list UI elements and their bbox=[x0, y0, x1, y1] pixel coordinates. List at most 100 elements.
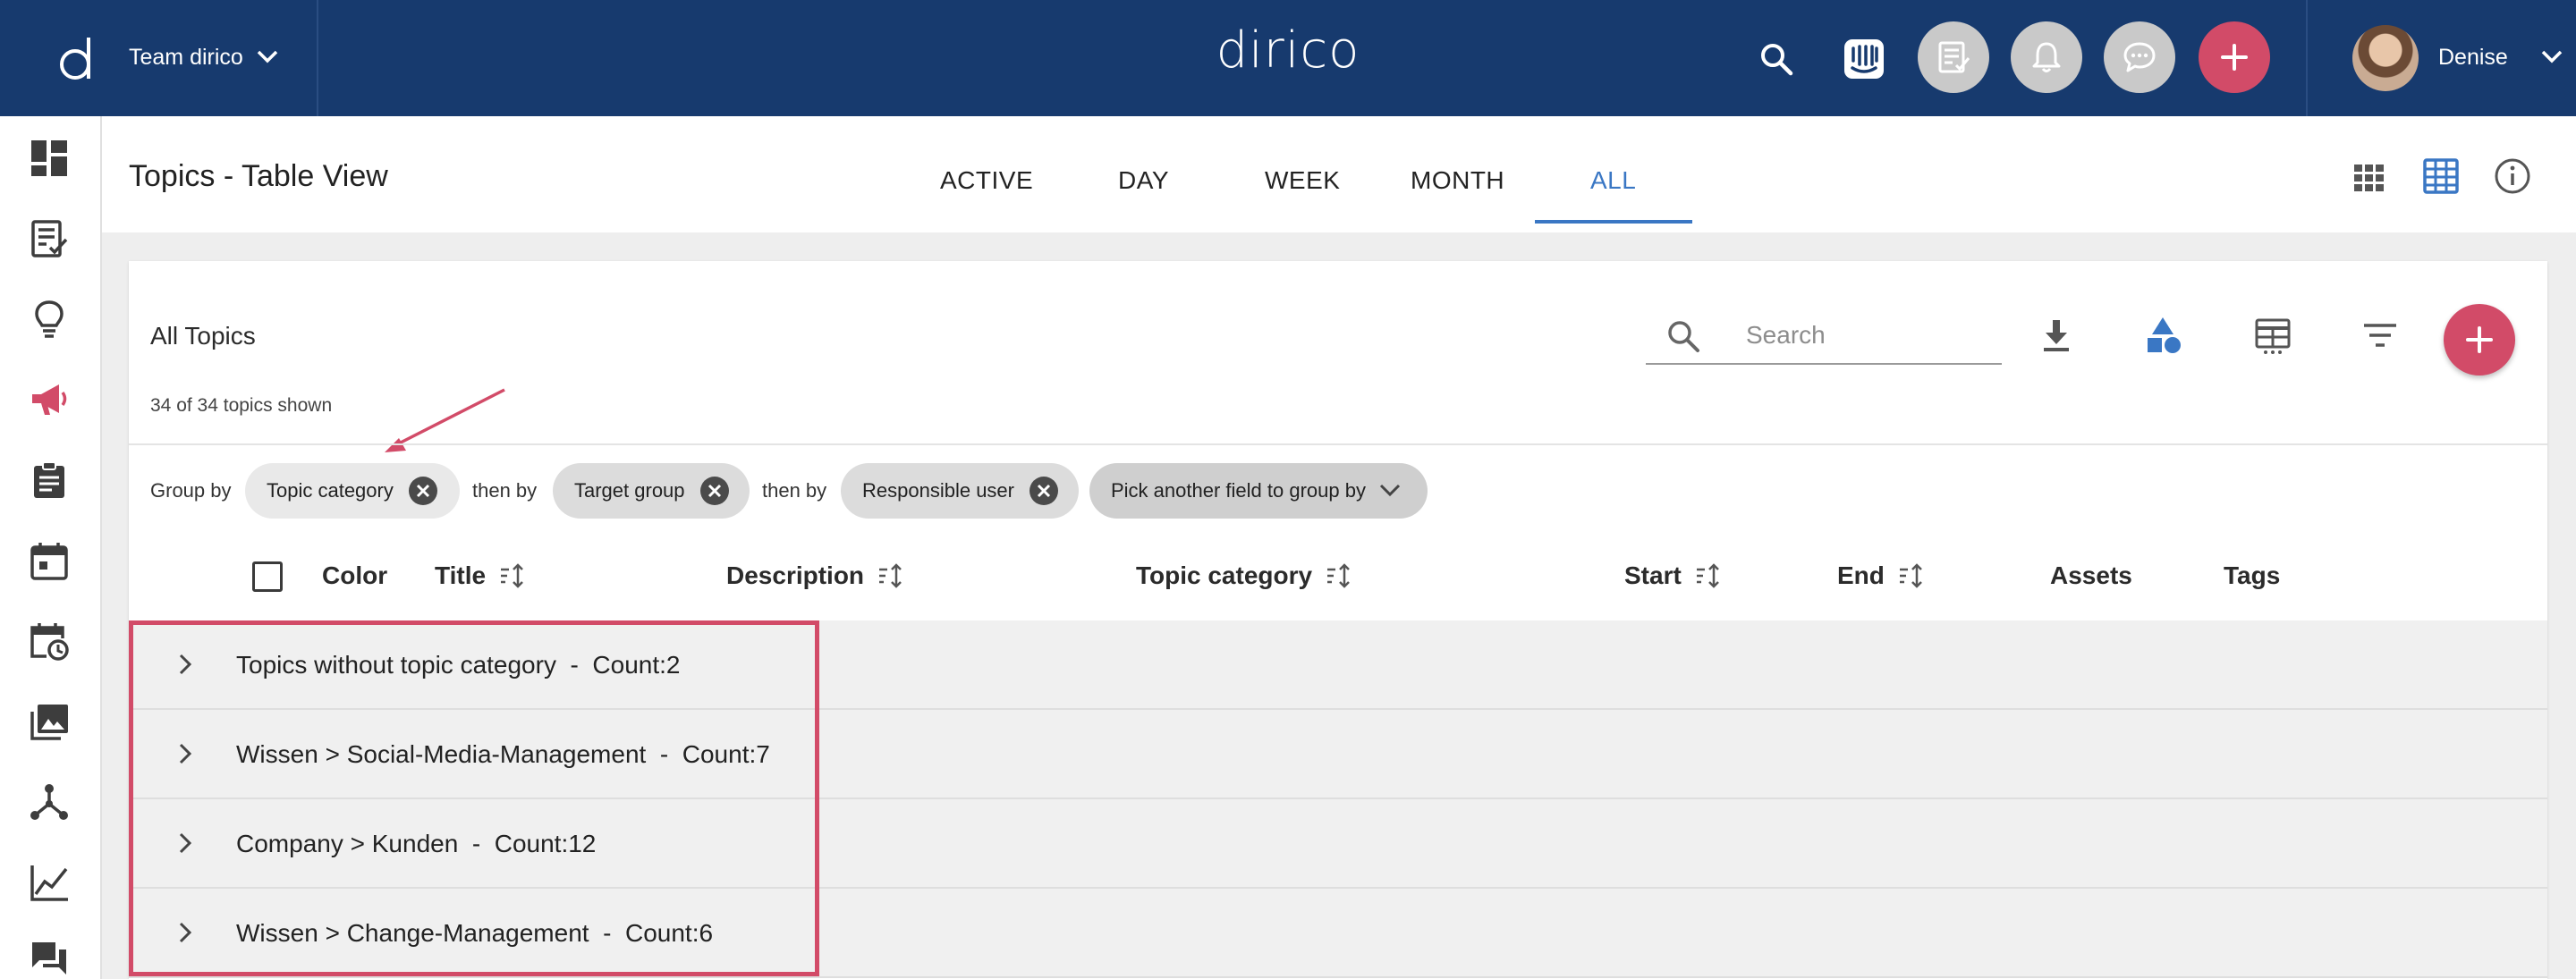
megaphone-icon[interactable] bbox=[29, 379, 70, 420]
column-label: Description bbox=[726, 561, 865, 589]
tasks-button[interactable] bbox=[1918, 21, 1989, 93]
chevron-down-icon bbox=[1379, 484, 1401, 497]
chat-icon bbox=[2123, 42, 2156, 72]
sort-icon[interactable] bbox=[1694, 561, 1723, 590]
chevron-right-icon[interactable] bbox=[172, 830, 199, 857]
tab-all[interactable]: ALL bbox=[1590, 166, 1636, 195]
team-name: Team dirico bbox=[129, 45, 243, 70]
search-icon[interactable] bbox=[1758, 41, 1794, 77]
search-input[interactable] bbox=[1744, 316, 1989, 354]
column-label: Color bbox=[322, 561, 388, 589]
active-tab-indicator bbox=[1535, 220, 1692, 224]
chevron-right-icon[interactable] bbox=[172, 919, 199, 946]
remove-icon[interactable] bbox=[408, 476, 438, 506]
info-icon[interactable] bbox=[2494, 157, 2531, 195]
create-button[interactable] bbox=[2199, 21, 2270, 93]
chip-label: Target group bbox=[574, 479, 685, 502]
column-tags[interactable]: Tags bbox=[2224, 561, 2280, 590]
table-header: Color Title Description Topic category S… bbox=[129, 533, 2547, 622]
column-assets[interactable]: Assets bbox=[2050, 561, 2132, 590]
page-title: Topics - Table View bbox=[129, 159, 388, 193]
calendar-clock-icon[interactable] bbox=[29, 620, 70, 662]
dashboard-icon[interactable] bbox=[29, 138, 70, 179]
shapes-icon[interactable] bbox=[2143, 315, 2184, 356]
chevron-right-icon[interactable] bbox=[172, 740, 199, 767]
grid-view-icon[interactable] bbox=[2351, 157, 2388, 195]
forum-icon[interactable] bbox=[29, 937, 70, 978]
network-icon[interactable] bbox=[29, 781, 70, 823]
search-icon bbox=[1668, 321, 1699, 352]
tab-month[interactable]: MONTH bbox=[1411, 166, 1504, 195]
group-row[interactable]: Topics without topic category - Count:2 bbox=[129, 620, 2547, 710]
checklist-icon[interactable] bbox=[29, 218, 70, 259]
chart-line-icon[interactable] bbox=[29, 862, 70, 903]
bell-icon bbox=[2032, 42, 2061, 72]
search-field bbox=[1646, 308, 2002, 365]
sort-icon[interactable] bbox=[1325, 561, 1353, 590]
team-switcher[interactable]: Team dirico bbox=[0, 0, 318, 116]
group-chip-responsible-user[interactable]: Responsible user bbox=[841, 463, 1079, 519]
group-list: Topics without topic category - Count:2 … bbox=[129, 620, 2547, 978]
sort-icon[interactable] bbox=[498, 561, 527, 590]
calendar-icon[interactable] bbox=[29, 540, 70, 581]
tab-week[interactable]: WEEK bbox=[1265, 166, 1340, 195]
chip-label: Topic category bbox=[267, 479, 394, 502]
tab-active[interactable]: ACTIVE bbox=[940, 166, 1033, 195]
user-menu[interactable]: Denise bbox=[2306, 0, 2576, 116]
column-title[interactable]: Title bbox=[435, 561, 527, 590]
topics-card: All Topics 34 of 34 topics shown Search … bbox=[129, 261, 2547, 979]
messages-button[interactable] bbox=[2104, 21, 2175, 93]
group-label: Company > Kunden - Count:12 bbox=[236, 830, 597, 857]
group-by-label: Group by bbox=[150, 479, 232, 502]
table-view-icon[interactable] bbox=[2422, 157, 2460, 195]
group-label: Wissen > Change-Management - Count:6 bbox=[236, 919, 714, 947]
then-by-label: then by bbox=[762, 479, 827, 502]
column-start[interactable]: Start bbox=[1624, 561, 1723, 590]
topics-shown-count: 34 of 34 topics shown bbox=[150, 395, 333, 416]
download-icon[interactable] bbox=[2036, 315, 2077, 356]
table-columns-icon[interactable] bbox=[2252, 315, 2293, 356]
chevron-right-icon[interactable] bbox=[172, 651, 199, 678]
images-icon[interactable] bbox=[29, 701, 70, 742]
chip-label: Responsible user bbox=[862, 479, 1014, 502]
clipboard-icon[interactable] bbox=[29, 460, 70, 501]
column-topic-category[interactable]: Topic category bbox=[1136, 561, 1353, 590]
group-chip-target-group[interactable]: Target group bbox=[553, 463, 750, 519]
intercom-icon[interactable] bbox=[1843, 38, 1885, 80]
column-label: End bbox=[1837, 561, 1885, 589]
notifications-button[interactable] bbox=[2011, 21, 2082, 93]
add-topic-button[interactable] bbox=[2444, 304, 2515, 376]
group-label: Topics without topic category - Count:2 bbox=[236, 651, 681, 679]
sort-icon[interactable] bbox=[877, 561, 905, 590]
column-label: Topic category bbox=[1136, 561, 1313, 589]
tab-day[interactable]: DAY bbox=[1118, 166, 1169, 195]
remove-icon[interactable] bbox=[1029, 476, 1059, 506]
filter-icon[interactable] bbox=[2360, 315, 2401, 356]
group-by-bar: Group by Topic category then by Target g… bbox=[129, 443, 2547, 535]
pick-group-field-select[interactable]: Pick another field to group by bbox=[1089, 463, 1428, 519]
avatar bbox=[2352, 25, 2419, 91]
then-by-label: then by bbox=[472, 479, 538, 502]
column-label: Start bbox=[1624, 561, 1682, 589]
remove-icon[interactable] bbox=[699, 476, 730, 506]
plus-icon bbox=[2466, 326, 2493, 353]
dirico-logo-icon bbox=[60, 38, 90, 80]
sort-icon[interactable] bbox=[1897, 561, 1926, 590]
group-row[interactable]: Wissen > Change-Management - Count:6 bbox=[129, 889, 2547, 978]
column-color[interactable]: Color bbox=[322, 561, 387, 590]
select-all-checkbox[interactable] bbox=[252, 561, 283, 592]
pick-field-label: Pick another field to group by bbox=[1111, 479, 1366, 502]
column-description[interactable]: Description bbox=[726, 561, 905, 590]
column-label: Tags bbox=[2224, 561, 2281, 589]
lightbulb-icon[interactable] bbox=[29, 299, 70, 340]
group-row[interactable]: Company > Kunden - Count:12 bbox=[129, 799, 2547, 889]
group-chip-topic-category[interactable]: Topic category bbox=[245, 463, 460, 519]
top-bar: Team dirico dirico Denise bbox=[0, 0, 2576, 116]
group-row[interactable]: Wissen > Social-Media-Management - Count… bbox=[129, 710, 2547, 799]
brand-wordmark: dirico bbox=[1216, 21, 1360, 80]
tasks-icon bbox=[1938, 41, 1970, 73]
plus-icon bbox=[2221, 44, 2248, 71]
column-end[interactable]: End bbox=[1837, 561, 1926, 590]
column-label: Assets bbox=[2050, 561, 2132, 589]
chevron-down-icon bbox=[257, 50, 278, 63]
